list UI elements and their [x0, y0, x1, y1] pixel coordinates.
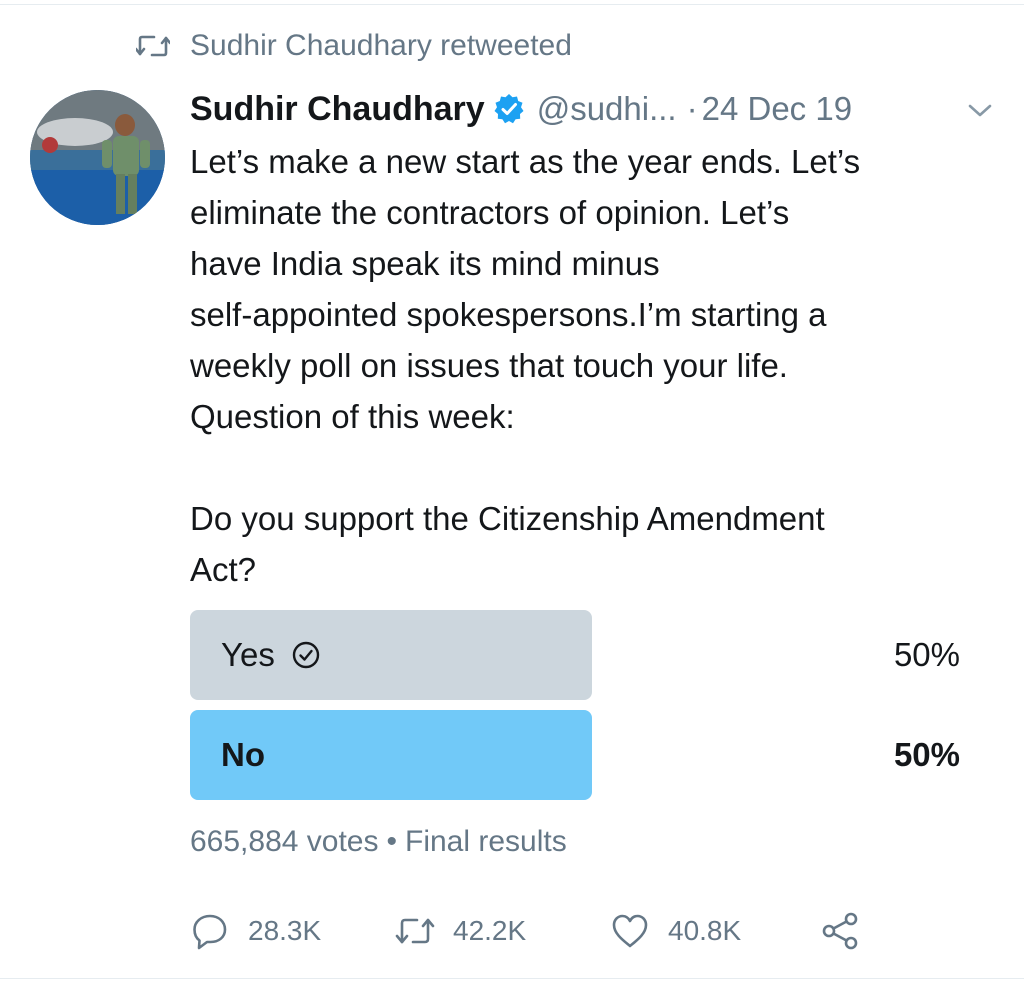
retweet-icon: [395, 918, 435, 944]
retweet-count: 42.2K: [453, 915, 527, 946]
like-count: 40.8K: [668, 915, 742, 946]
poll-percent-no: 50%: [893, 736, 960, 773]
bottom-divider: [0, 978, 1024, 979]
poll-option-no: No 50%: [190, 710, 970, 800]
author-name[interactable]: Sudhir Chaudhary: [190, 90, 485, 129]
voted-check-icon: [292, 641, 320, 669]
retweet-icon: [136, 35, 170, 57]
author-handle[interactable]: @sudhi...: [537, 90, 677, 128]
tweet-text-line: Let’s make a new start as the year ends.…: [190, 143, 861, 180]
header-separator: ·: [686, 90, 698, 127]
chevron-down-icon[interactable]: [965, 101, 995, 121]
tweet-text-line: Act?: [190, 551, 257, 588]
reply-button[interactable]: 28.3K: [190, 911, 395, 951]
heart-icon: [612, 914, 648, 948]
retweet-context[interactable]: Sudhir Chaudhary retweeted: [136, 26, 572, 66]
retweet-context-text: Sudhir Chaudhary retweeted: [190, 29, 572, 62]
avatar[interactable]: [30, 90, 165, 225]
tweet-actions: 28.3K 42.2K 40.8K: [190, 908, 878, 954]
poll-option-text: Yes: [221, 636, 275, 673]
tweet-date[interactable]: 24 Dec 19: [702, 90, 852, 128]
poll-option-yes: Yes 50%: [190, 610, 970, 700]
retweet-button[interactable]: 42.2K: [395, 911, 610, 951]
poll-option-label-no: No: [221, 710, 265, 800]
tweet-text-line: weekly poll on issues that touch your li…: [190, 347, 788, 384]
reply-count: 28.3K: [248, 915, 322, 946]
tweet-text-line: eliminate the contractors of opinion. Le…: [190, 194, 790, 231]
tweet-page: Sudhir Chaudhary retweeted Sudhir Chaudh…: [0, 0, 1024, 993]
tweet-text-line: Question of this week:: [190, 398, 515, 435]
share-button[interactable]: [820, 911, 878, 951]
reply-icon: [193, 914, 227, 950]
poll-percent-yes: 50%: [893, 636, 960, 673]
poll-option-text: No: [221, 736, 265, 773]
share-icon: [822, 912, 858, 950]
top-divider: [0, 4, 1024, 5]
tweet-header: Sudhir Chaudhary @sudhi... · 24 Dec 19: [190, 84, 1000, 134]
tweet-text-line: Do you support the Citizenship Amendment: [190, 500, 825, 537]
tweet-text: Let’s make a new start as the year ends.…: [190, 136, 1010, 595]
poll-status: Final results: [405, 825, 567, 858]
tweet-text-line: self-appointed spokespersons.I’m startin…: [190, 296, 827, 333]
poll-option-label-yes: Yes: [221, 610, 321, 700]
poll-meta-separator: •: [386, 825, 397, 858]
tweet-text-line: have India speak its mind minus: [190, 245, 660, 282]
poll-meta: 665,884 votes • Final results: [190, 820, 567, 864]
verified-badge-icon: [494, 94, 524, 124]
like-button[interactable]: 40.8K: [610, 911, 820, 951]
avatar-image: [30, 90, 165, 225]
poll-vote-count: 665,884 votes: [190, 825, 379, 858]
